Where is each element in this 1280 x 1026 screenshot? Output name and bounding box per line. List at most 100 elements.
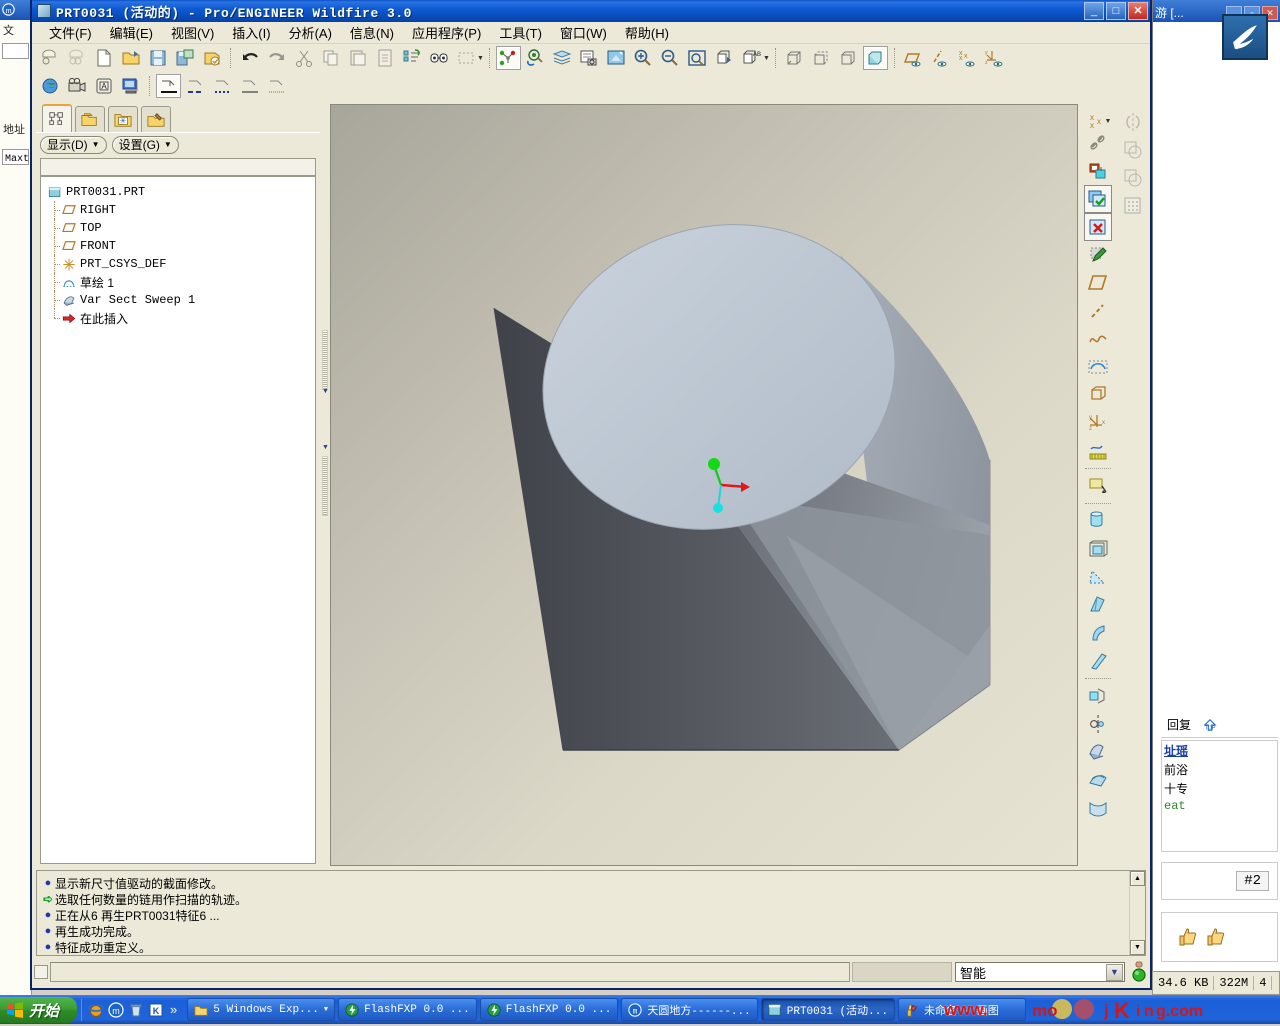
close-button[interactable]: ✕ — [1128, 2, 1148, 20]
background-left-row-2-box[interactable]: Maxt — [2, 149, 29, 165]
scroll-down-button[interactable]: ▼ — [1130, 940, 1145, 955]
maxthon-icon[interactable]: m — [108, 1001, 124, 1018]
background-window-right[interactable]: 游 [... _ ▫ ✕ 回复 TOP 址瑶 前浴 十专 eat #2 — [1152, 0, 1280, 995]
model-player-icon[interactable] — [577, 46, 602, 70]
minimize-button[interactable]: _ — [1084, 2, 1104, 20]
no-hidden-icon[interactable] — [836, 46, 861, 70]
layers-icon[interactable] — [550, 46, 575, 70]
datum-point-dropdown-arrow-icon[interactable]: ▼ — [1105, 118, 1112, 125]
datum-plane-display-icon[interactable] — [901, 46, 926, 70]
tab-connections[interactable] — [141, 106, 171, 132]
zoom-out-icon[interactable] — [658, 46, 683, 70]
annotation-icon[interactable]: A — [91, 74, 116, 98]
rib-icon[interactable] — [1084, 563, 1112, 591]
selection-filter-dropdown[interactable]: 智能 ▼ — [955, 962, 1125, 982]
taskbar-item-explorer[interactable]: 5 Windows Exp... ▼ — [187, 998, 336, 1021]
line-style-solid-icon[interactable] — [156, 74, 181, 98]
chevron-down-icon[interactable]: ▼ — [324, 1006, 328, 1014]
message-area[interactable]: ● 显示新尺寸值驱动的截面修改。 ➪ 选取任何数量的链用作扫描的轨迹。 ● 正在… — [36, 870, 1146, 956]
background-window-left[interactable]: m 文 地址 Maxt — [0, 0, 32, 995]
save-a-copy-icon[interactable] — [172, 46, 197, 70]
tree-node-insert-here[interactable]: 在此插入 — [47, 309, 315, 327]
menu-edit[interactable]: 编辑(E) — [101, 21, 162, 44]
tree-node-part[interactable]: PRT0031.PRT — [47, 183, 315, 201]
named-view-dropdown-arrow-icon[interactable]: ▼ — [763, 55, 770, 62]
message-scrollbar[interactable]: ▲ ▼ — [1129, 871, 1145, 955]
hole-icon[interactable] — [1084, 507, 1112, 535]
screen-capture-icon[interactable] — [604, 46, 629, 70]
scroll-up-button[interactable]: ▲ — [1130, 871, 1145, 886]
line-style-phantom-icon[interactable] — [264, 74, 289, 98]
new-file-icon[interactable] — [91, 46, 116, 70]
maximize-button[interactable]: □ — [1106, 2, 1126, 20]
datum-point-display-icon[interactable]: xxx — [955, 46, 980, 70]
check-regen-icon[interactable] — [1084, 185, 1112, 213]
datum-csys-display-icon[interactable]: yz — [982, 46, 1007, 70]
datum-axis-create-icon[interactable] — [1084, 297, 1112, 325]
menu-help[interactable]: 帮助(H) — [616, 21, 678, 44]
publish-icon[interactable] — [118, 74, 143, 98]
shell-icon[interactable] — [1084, 535, 1112, 563]
tab-favorites[interactable]: ✳ — [108, 106, 138, 132]
taskbar-item-browser[interactable]: m 天圆地方------... — [621, 998, 758, 1021]
quick-launch-expand-icon[interactable]: » — [170, 1002, 177, 1017]
tree-node-csys[interactable]: PRT_CSYS_DEF — [47, 255, 315, 273]
copy-icon[interactable] — [318, 46, 343, 70]
tree-settings-button[interactable]: 设置(G) ▼ — [111, 135, 179, 154]
pattern-icon[interactable] — [1119, 192, 1147, 220]
datum-plane-offset-icon[interactable] — [1084, 381, 1112, 409]
datum-axis-display-icon[interactable] — [928, 46, 953, 70]
bg-right-post-number[interactable]: #2 — [1236, 871, 1269, 891]
repaint-icon[interactable] — [523, 46, 548, 70]
thumbs-up-icon-1[interactable] — [1176, 927, 1200, 947]
splitter-expand-arrow-icon[interactable]: ▼ — [322, 444, 329, 452]
extrude-icon[interactable] — [1084, 472, 1112, 500]
select-box-icon[interactable] — [453, 46, 478, 70]
tree-node-var-sect-sweep[interactable]: Var Sect Sweep 1 — [47, 291, 315, 309]
titlebar[interactable]: PRT0031 (活动的) - Pro/ENGINEER Wildfire 3.… — [32, 0, 1150, 22]
paint-icon[interactable] — [1084, 157, 1112, 185]
taskbar-item-flashfxp-2[interactable]: FlashFXP 0.0 ... — [479, 998, 619, 1021]
redo-icon[interactable] — [264, 46, 289, 70]
editor-icon[interactable]: K — [148, 1002, 164, 1018]
undo-icon[interactable] — [237, 46, 262, 70]
desktop-swallow-icon[interactable] — [1222, 14, 1268, 60]
paste-icon[interactable] — [345, 46, 370, 70]
bg-right-body-line-0[interactable]: 址瑶 — [1162, 741, 1277, 760]
surface-icon[interactable] — [1084, 794, 1112, 822]
graphics-window[interactable] — [330, 104, 1078, 866]
menu-view[interactable]: 视图(V) — [162, 21, 223, 44]
animation-icon[interactable] — [64, 74, 89, 98]
ie-icon[interactable] — [88, 1002, 104, 1018]
tree-node-sketch[interactable]: 草绘 1 — [47, 273, 315, 291]
find-icon[interactable] — [426, 46, 451, 70]
variable-sweep-icon[interactable] — [1084, 738, 1112, 766]
datum-plane-create-icon[interactable] — [1084, 269, 1112, 297]
taskbar-item-proe[interactable]: PRT0031 (活动... — [760, 998, 895, 1021]
model-tree[interactable]: PRT0031.PRT RIGHT TOP FRONT PRT_CSYS_DEF… — [40, 176, 316, 864]
zoom-in-icon[interactable] — [631, 46, 656, 70]
open-file-icon[interactable] — [118, 46, 143, 70]
blend-icon[interactable] — [1084, 766, 1112, 794]
top-icon[interactable]: TOP — [1201, 718, 1219, 732]
cut-icon[interactable] — [291, 46, 316, 70]
print-icon[interactable] — [199, 46, 224, 70]
chain-icon[interactable] — [1084, 129, 1112, 157]
menu-tools[interactable]: 工具(T) — [490, 21, 551, 44]
thumbs-up-icon-2[interactable] — [1204, 927, 1228, 947]
sketch-edit-icon[interactable] — [1084, 241, 1112, 269]
line-style-centerline-icon[interactable] — [237, 74, 262, 98]
tree-show-button[interactable]: 显示(D) ▼ — [40, 135, 107, 154]
menu-insert[interactable]: 插入(I) — [223, 21, 279, 44]
coord-system-icon[interactable]: yz x — [1084, 409, 1112, 437]
analysis-icon[interactable] — [1084, 437, 1112, 465]
wireframe-icon[interactable] — [782, 46, 807, 70]
mirror-icon[interactable] — [1119, 108, 1147, 136]
paste-special-icon[interactable] — [372, 46, 397, 70]
hidden-line-icon[interactable] — [809, 46, 834, 70]
splitter-grip-top[interactable] — [322, 330, 328, 390]
refit-icon[interactable] — [685, 46, 710, 70]
chevron-down-icon[interactable]: ▼ — [1106, 963, 1123, 981]
trim-icon[interactable] — [1119, 164, 1147, 192]
tab-folder-browser[interactable] — [75, 106, 105, 132]
